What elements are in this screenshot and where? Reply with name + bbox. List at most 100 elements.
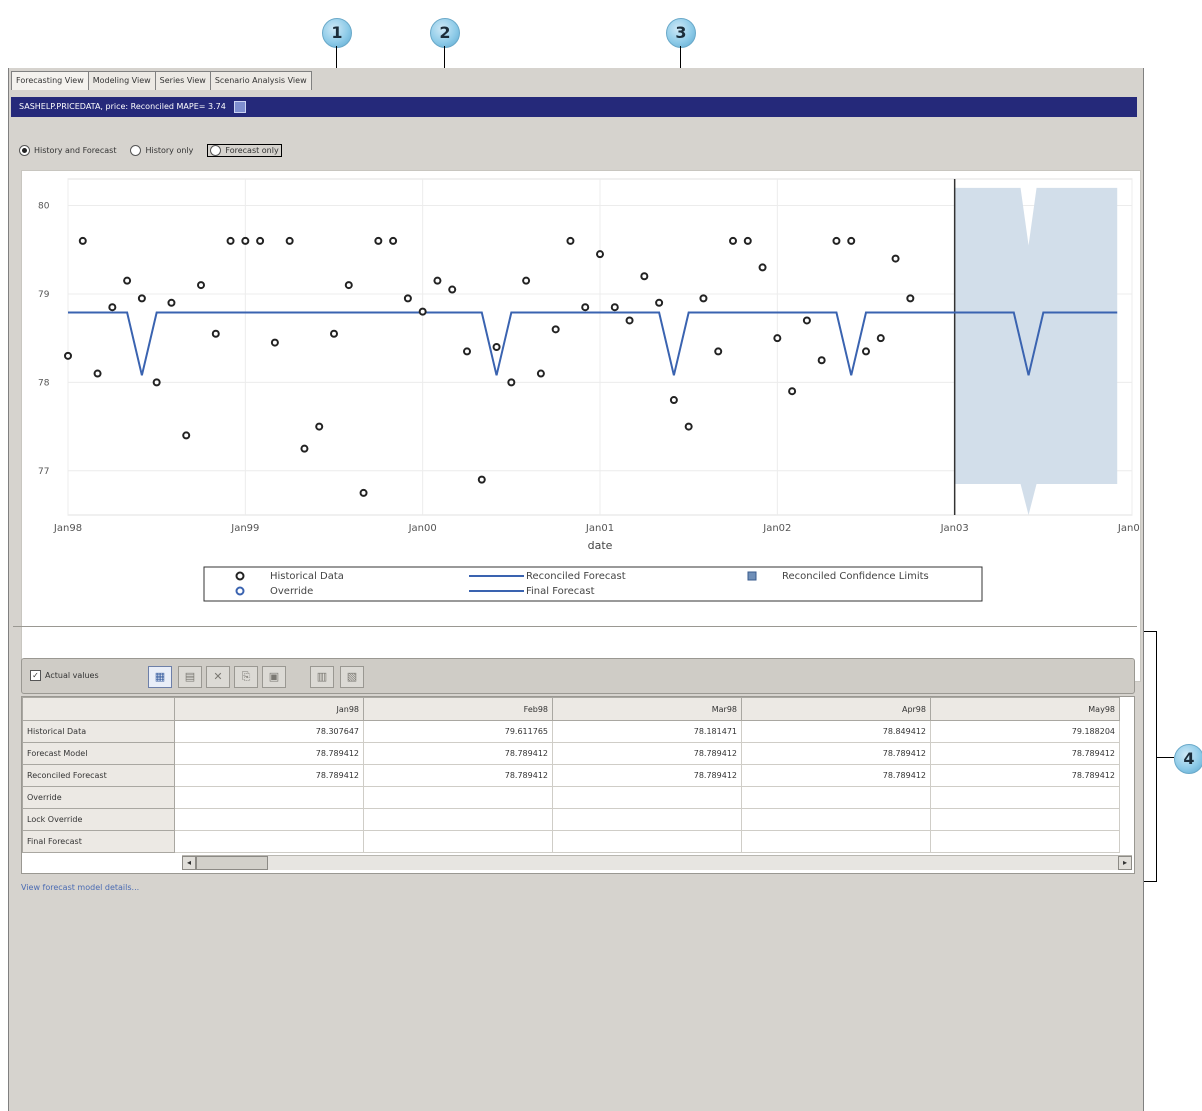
scroll-right-icon[interactable]: ▸ [1118,856,1132,870]
delete-icon[interactable]: ✕ [206,666,230,688]
tab-scenario-analysis-view[interactable]: Scenario Analysis View [209,71,312,90]
table-cell[interactable]: 78.789412 [552,764,742,787]
historical-data-point [832,236,841,245]
table-cell[interactable] [741,786,931,809]
confidence-band [954,187,1118,515]
historical-data-point [270,338,279,347]
forecast-chart-panel: Jan98 Jan99 Jan00 Jan01 Jan02 Jan03 Jan04 80 79 7… [21,170,1146,682]
edit-icon[interactable] [234,100,247,113]
scroll-left-icon[interactable]: ◂ [182,856,196,870]
table-cell[interactable]: 78.307647 [174,720,364,743]
table-cell[interactable] [930,830,1120,853]
horizontal-scrollbar[interactable]: ◂ ▸ [182,855,1132,870]
table-cell[interactable] [174,830,364,853]
table-cell[interactable] [552,830,742,853]
table-cell[interactable]: 78.789412 [174,764,364,787]
y-tick-label: 79 [38,290,50,300]
callout-1: 1 [322,18,352,48]
historical-data-point [433,276,442,285]
historical-data-point [463,347,471,356]
radio-button[interactable] [210,144,222,156]
corner-cell [22,697,175,721]
row-header: Final Forecast [22,830,175,853]
checkbox-checked-icon[interactable]: ✓ [30,669,41,681]
x-tick-label: Jan04 [1117,523,1140,534]
table-cell[interactable] [363,786,553,809]
table-cell[interactable]: 79.611765 [363,720,553,743]
table-cell[interactable] [930,808,1120,831]
table-row: Final Forecast [22,830,1120,853]
historical-data-point [285,236,294,245]
table-cell[interactable] [741,808,931,831]
actual-values-checkbox[interactable]: ✓ Actual values [30,667,138,683]
column-header[interactable]: Apr98 [741,697,931,721]
chart-icon[interactable]: ▦ [148,666,172,688]
scroll-thumb[interactable] [196,856,268,870]
copy-icon[interactable]: ⎘ [234,666,258,688]
view-model-details-link[interactable]: View forecast model details... [21,883,139,892]
table-cell[interactable]: 78.789412 [363,764,553,787]
tab-forecasting-view[interactable]: Forecasting View [11,71,89,90]
column-header[interactable]: Mar98 [552,697,742,721]
radio-forecast-only[interactable]: Forecast only [207,143,282,157]
historical-data-point [492,343,501,351]
callout-3: 3 [666,18,696,48]
table-cell[interactable]: 78.789412 [741,742,931,765]
table-cell[interactable]: 78.181471 [552,720,742,743]
row-header: Lock Override [22,808,175,831]
export-icon[interactable]: ▧ [340,666,364,688]
grid-icon[interactable]: ▤ [178,666,202,688]
columns-icon[interactable]: ▥ [310,666,334,688]
column-header[interactable]: Feb98 [363,697,553,721]
table-cell[interactable] [363,830,553,853]
historical-data-point [684,422,693,431]
tab-series-view[interactable]: Series View [154,71,211,90]
radio-button[interactable] [19,144,30,156]
column-header[interactable]: Jan98 [174,697,364,721]
historical-data-point [788,387,797,396]
x-tick-label: Jan98 [53,523,82,534]
table-cell[interactable]: 78.789412 [930,742,1120,765]
table-cell[interactable] [741,830,931,853]
table-cell[interactable] [552,808,742,831]
table-cell[interactable]: 78.789412 [363,742,553,765]
legend-label: Reconciled Forecast [526,571,626,582]
table-cell[interactable]: 79.188204 [930,720,1120,743]
x-tick-label: Jan99 [230,523,259,534]
radio-history-only[interactable]: History only [130,144,193,156]
table-cell[interactable] [363,808,553,831]
table-cell[interactable] [174,786,364,809]
historical-data-point [330,329,338,338]
table-cell[interactable]: 78.789412 [552,742,742,765]
legend-band-marker [747,571,757,581]
historical-data-point [167,298,176,307]
historical-data-point [241,236,250,245]
historical-data-point [566,236,575,245]
x-tick-label: Jan01 [585,523,614,534]
table-cell[interactable]: 78.789412 [741,764,931,787]
radio-history-and-forecast[interactable]: History and Forecast [19,144,116,156]
panel-divider[interactable] [13,626,1137,627]
data-table-toolbar: ✓ Actual values ▦ ▤ ✕ ⎘ ▣ ▥ ▧ [21,658,1135,694]
table-cell[interactable] [930,786,1120,809]
table-cell[interactable]: 78.789412 [174,742,364,765]
table-cell[interactable]: 78.849412 [741,720,931,743]
historical-data-point [743,236,752,245]
table-cell[interactable] [174,808,364,831]
historical-data-point [729,236,737,245]
historical-data-point [448,285,457,294]
table-cell[interactable]: 78.789412 [930,764,1120,787]
lock-icon[interactable]: ▣ [262,666,286,688]
column-header[interactable]: May98 [930,697,1120,721]
table-cell[interactable] [552,786,742,809]
historical-data-point [551,325,560,334]
legend-label: Historical Data [270,571,344,582]
historical-data-point [389,236,398,245]
legend-label: Final Forecast [526,586,595,597]
historical-data-point [64,351,72,360]
radio-button[interactable] [130,144,142,156]
historical-data-point [817,356,826,365]
series-title-bar: SASHELP.PRICEDATA, price: Reconciled MAP… [11,97,1137,117]
tab-modeling-view[interactable]: Modeling View [87,71,156,90]
forecast-chart: Jan98 Jan99 Jan00 Jan01 Jan02 Jan03 Jan04 80 79 7… [38,178,1146,602]
